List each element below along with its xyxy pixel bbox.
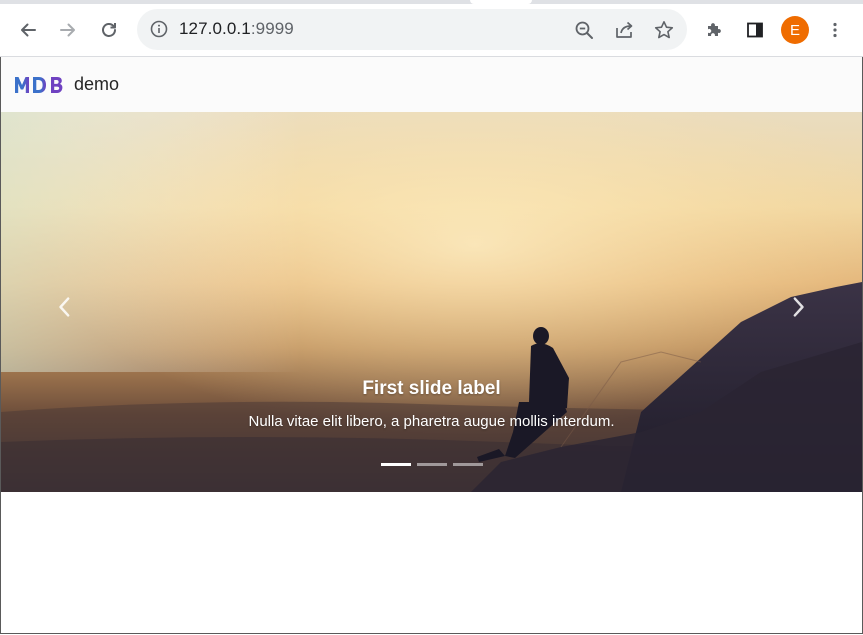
site-navbar: demo: [1, 57, 862, 112]
forward-button[interactable]: [54, 16, 82, 44]
share-icon[interactable]: [613, 19, 635, 41]
back-icon: [21, 23, 36, 37]
back-button[interactable]: [14, 16, 42, 44]
slide-image: [1, 112, 862, 492]
slide-caption: First slide label Nulla vitae elit liber…: [1, 378, 862, 430]
mdb-logo[interactable]: [14, 73, 68, 97]
slide-description: Nulla vitae elit libero, a pharetra augu…: [248, 413, 615, 430]
reload-icon: [102, 23, 116, 37]
url-port: :9999: [250, 19, 294, 38]
zoom-icon[interactable]: [573, 19, 595, 41]
carousel: First slide label Nulla vitae elit liber…: [1, 112, 862, 492]
chevron-right-icon: [793, 297, 804, 317]
slide-label: First slide label: [362, 378, 501, 399]
chevron-left-icon: [59, 297, 70, 317]
forward-icon: [60, 23, 75, 37]
reload-button[interactable]: [95, 16, 123, 44]
browser-menu-button[interactable]: [821, 16, 849, 44]
carousel-indicator-2[interactable]: [417, 463, 447, 466]
side-panel-button[interactable]: [741, 16, 769, 44]
carousel-indicator-1[interactable]: [381, 463, 411, 466]
url-text[interactable]: 127.0.0.1:9999: [179, 19, 294, 39]
extensions-icon: [708, 23, 721, 36]
brand-text[interactable]: demo: [74, 74, 119, 95]
carousel-next-button[interactable]: [784, 292, 814, 322]
menu-dots-icon: [833, 22, 837, 38]
url-host: 127.0.0.1: [179, 19, 251, 38]
carousel-indicators: [381, 463, 483, 466]
carousel-prev-button[interactable]: [49, 292, 79, 322]
extensions-button[interactable]: [700, 16, 728, 44]
address-bar[interactable]: 127.0.0.1:9999: [137, 9, 687, 50]
browser-toolbar: 127.0.0.1:9999 E: [0, 4, 863, 57]
site-info-icon[interactable]: [149, 19, 169, 39]
profile-avatar[interactable]: E: [781, 16, 809, 44]
bookmark-star-icon[interactable]: [653, 19, 675, 41]
side-panel-icon: [747, 22, 763, 38]
carousel-indicator-3[interactable]: [453, 463, 483, 466]
